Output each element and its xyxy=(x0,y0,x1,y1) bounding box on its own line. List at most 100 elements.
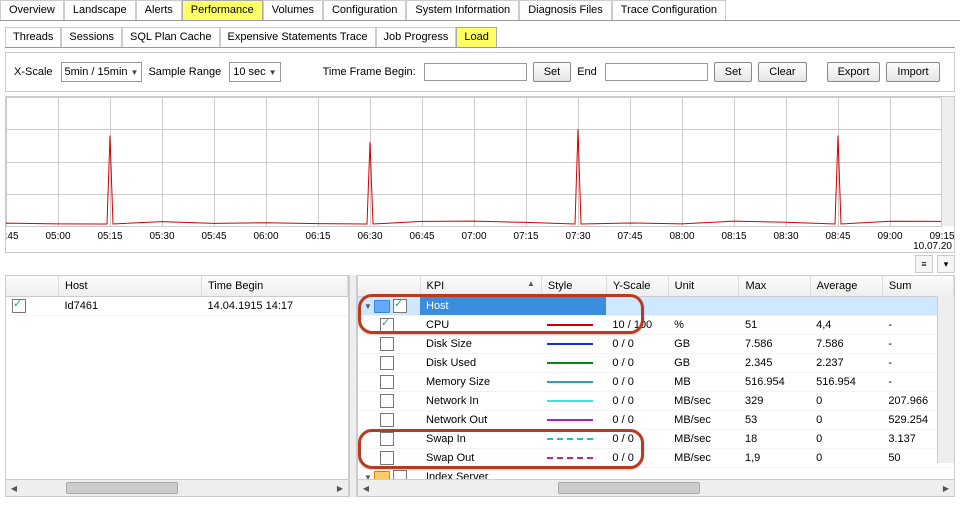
tab-alerts[interactable]: Alerts xyxy=(136,0,182,20)
tab-performance[interactable]: Performance xyxy=(182,0,263,20)
cell-kpi: Index Server xyxy=(420,468,541,480)
table-row[interactable]: Disk Size0 / 0GB7.5867.586- xyxy=(358,335,954,354)
splitter-vertical[interactable] xyxy=(349,275,357,497)
sub-tab-threads[interactable]: Threads xyxy=(5,27,61,47)
cell-avg: 0 xyxy=(810,430,882,449)
row-checkbox[interactable] xyxy=(380,413,394,427)
col-tree[interactable] xyxy=(358,276,420,297)
row-checkbox[interactable] xyxy=(380,432,394,446)
col-max[interactable]: Max xyxy=(739,276,810,297)
host-grid[interactable]: Host Time Begin Id7461 14.04.1915 14:17 xyxy=(6,276,348,316)
import-button[interactable]: Import xyxy=(886,62,939,82)
table-row[interactable]: Disk Used0 / 0GB2.3452.237- xyxy=(358,354,954,373)
cell-unit: % xyxy=(668,316,739,335)
sub-tab-job-progress[interactable]: Job Progress xyxy=(376,27,457,47)
cell-time-begin: 14.04.1915 14:17 xyxy=(202,297,348,316)
cell-style xyxy=(541,354,606,373)
cell-yscale xyxy=(606,297,668,316)
tab-trace-configuration[interactable]: Trace Configuration xyxy=(612,0,726,20)
col-style[interactable]: Style xyxy=(541,276,606,297)
cell-style xyxy=(541,335,606,354)
sub-tab-expensive-statements-trace[interactable]: Expensive Statements Trace xyxy=(220,27,376,47)
x-tick: 05:30 xyxy=(149,231,174,242)
table-row[interactable]: Network Out0 / 0MB/sec530529.254 xyxy=(358,411,954,430)
sub-tab-sql-plan-cache[interactable]: SQL Plan Cache xyxy=(122,27,220,47)
table-row[interactable]: Swap In0 / 0MB/sec1803.137 xyxy=(358,430,954,449)
chart-scrollbar-v[interactable] xyxy=(941,97,954,226)
load-chart[interactable]: 04:4505:0005:1505:3005:4506:0006:1506:30… xyxy=(5,96,955,253)
row-checkbox[interactable] xyxy=(380,337,394,351)
x-tick: 09:00 xyxy=(877,231,902,242)
cell-yscale: 0 / 0 xyxy=(606,392,668,411)
cell-yscale: 0 / 0 xyxy=(606,373,668,392)
tab-configuration[interactable]: Configuration xyxy=(323,0,406,20)
cell-avg xyxy=(810,297,882,316)
right-scrollbar-h[interactable]: ◀ ▶ xyxy=(358,479,954,496)
sub-tab-sessions[interactable]: Sessions xyxy=(61,27,122,47)
cell-avg: 0 xyxy=(810,411,882,430)
col-average[interactable]: Average xyxy=(810,276,882,297)
xscale-combo[interactable]: 5min / 15min ▼ xyxy=(61,62,143,82)
col-host[interactable]: Host xyxy=(59,276,202,297)
x-tick: 05:00 xyxy=(45,231,70,242)
export-button[interactable]: Export xyxy=(827,62,881,82)
row-checkbox[interactable] xyxy=(380,451,394,465)
cell-kpi: Network In xyxy=(420,392,541,411)
tab-overview[interactable]: Overview xyxy=(0,0,64,20)
cell-unit: MB/sec xyxy=(668,430,739,449)
scroll-left-icon[interactable]: ◀ xyxy=(358,480,374,496)
col-check[interactable] xyxy=(6,276,59,297)
row-checkbox[interactable] xyxy=(380,375,394,389)
table-row[interactable]: ▼Host xyxy=(358,297,954,316)
row-checkbox[interactable] xyxy=(380,318,394,332)
sample-range-combo[interactable]: 10 sec ▼ xyxy=(229,62,280,82)
row-checkbox[interactable] xyxy=(380,394,394,408)
timeframe-end-input[interactable] xyxy=(605,63,708,81)
table-row[interactable]: ▼Index Server xyxy=(358,468,954,480)
table-row[interactable]: CPU10 / 100%514,4- xyxy=(358,316,954,335)
tab-diagnosis-files[interactable]: Diagnosis Files xyxy=(519,0,612,20)
right-scrollbar-v[interactable] xyxy=(937,296,954,463)
scroll-right-icon[interactable]: ▶ xyxy=(938,480,954,496)
col-unit[interactable]: Unit xyxy=(668,276,739,297)
cell-yscale: 10 / 100 xyxy=(606,316,668,335)
cell-kpi: Memory Size xyxy=(420,373,541,392)
expander-icon[interactable]: ▼ xyxy=(364,302,372,311)
tab-system-information[interactable]: System Information xyxy=(406,0,519,20)
x-tick: 06:45 xyxy=(409,231,434,242)
timeframe-begin-input[interactable] xyxy=(424,63,527,81)
sub-tab-bar: ThreadsSessionsSQL Plan CacheExpensive S… xyxy=(5,27,955,48)
tab-volumes[interactable]: Volumes xyxy=(263,0,323,20)
table-row[interactable]: Network In0 / 0MB/sec3290207.966 xyxy=(358,392,954,411)
cell-style xyxy=(541,392,606,411)
left-scrollbar-h[interactable]: ◀ ▶ xyxy=(6,479,348,496)
col-sum[interactable]: Sum xyxy=(882,276,953,297)
load-toolbar: X-Scale 5min / 15min ▼ Sample Range 10 s… xyxy=(5,52,955,92)
row-checkbox[interactable] xyxy=(12,299,26,313)
tab-landscape[interactable]: Landscape xyxy=(64,0,136,20)
scroll-left-icon[interactable]: ◀ xyxy=(6,480,22,496)
table-row[interactable]: Swap Out0 / 0MB/sec1,9050 xyxy=(358,449,954,468)
scroll-right-icon[interactable]: ▶ xyxy=(332,480,348,496)
clear-button[interactable]: Clear xyxy=(758,62,806,82)
chart-tool-icon[interactable]: ≡ xyxy=(915,255,933,273)
cell-yscale: 0 / 0 xyxy=(606,335,668,354)
cell-avg xyxy=(810,468,882,480)
xscale-value: 5min / 15min xyxy=(65,66,128,78)
row-checkbox[interactable] xyxy=(393,470,407,479)
table-row[interactable]: Memory Size0 / 0MB516.954516.954- xyxy=(358,373,954,392)
table-row[interactable]: Id7461 14.04.1915 14:17 xyxy=(6,297,348,316)
col-y-scale[interactable]: Y-Scale xyxy=(606,276,668,297)
kpi-grid[interactable]: KPI▲StyleY-ScaleUnitMaxAverageSum ▼HostC… xyxy=(358,276,954,479)
set-begin-button[interactable]: Set xyxy=(533,62,572,82)
chart-tool-dropdown-icon[interactable]: ▾ xyxy=(937,255,955,273)
col-kpi[interactable]: KPI▲ xyxy=(420,276,541,297)
row-checkbox[interactable] xyxy=(380,356,394,370)
cell-style xyxy=(541,430,606,449)
set-end-button[interactable]: Set xyxy=(714,62,753,82)
cell-avg: 0 xyxy=(810,392,882,411)
col-time-begin[interactable]: Time Begin xyxy=(202,276,348,297)
sub-tab-load[interactable]: Load xyxy=(456,27,496,47)
row-checkbox[interactable] xyxy=(393,299,407,313)
cell-avg: 7.586 xyxy=(810,335,882,354)
